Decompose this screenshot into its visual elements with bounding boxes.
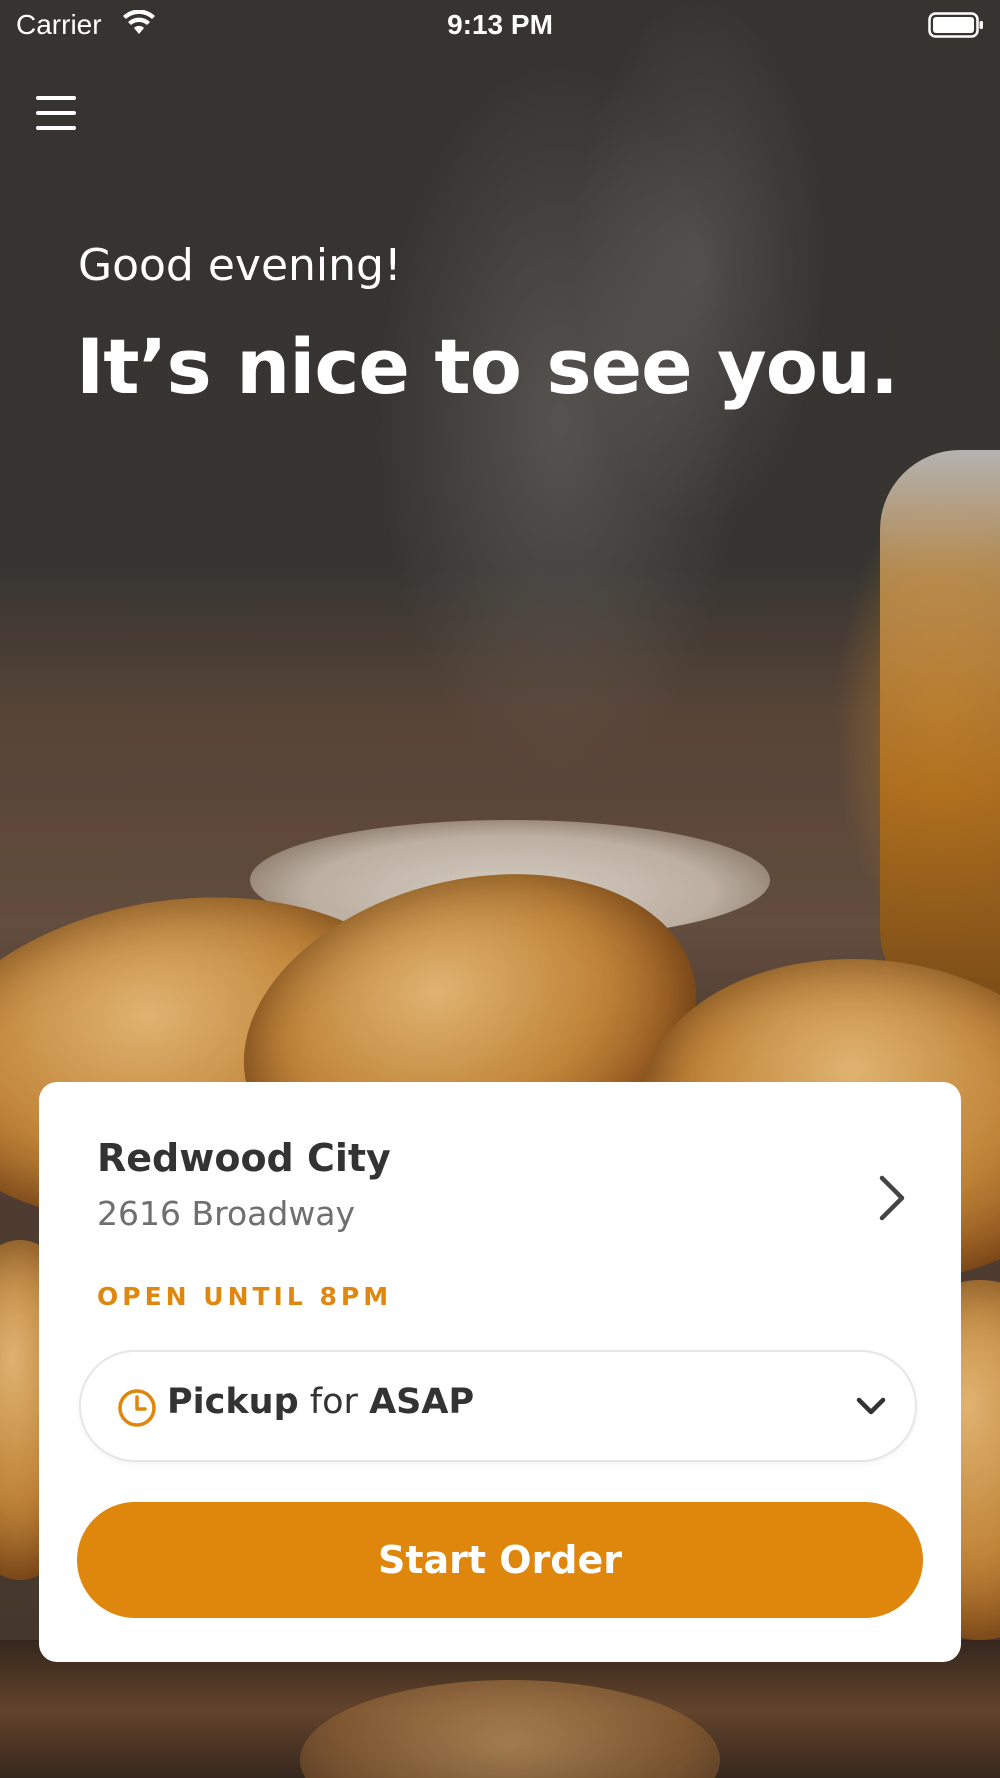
menu-button[interactable] <box>36 94 80 134</box>
location-card: Redwood City 2616 Broadway OPEN UNTIL 8P… <box>39 1082 961 1662</box>
chevron-down-icon <box>856 1397 886 1415</box>
location-name: Redwood City <box>97 1136 391 1180</box>
start-order-button[interactable]: Start Order <box>77 1502 923 1618</box>
order-time-label: ASAP <box>369 1382 475 1422</box>
headline-text: It’s nice to see you. <box>76 322 899 411</box>
app-screen: Carrier 9:13 PM Good evening! It’s nice … <box>0 0 1000 1778</box>
hamburger-menu-icon-bar <box>36 126 76 130</box>
order-mode-connector: for <box>309 1382 358 1422</box>
greeting-text: Good evening! <box>78 240 402 291</box>
status-time: 9:13 PM <box>447 9 553 40</box>
location-address: 2616 Broadway <box>97 1194 356 1233</box>
clock-icon <box>118 1389 156 1427</box>
status-bar: Carrier 9:13 PM <box>0 0 1000 50</box>
location-selector[interactable]: Redwood City 2616 Broadway <box>39 1082 961 1252</box>
hamburger-menu-icon <box>36 96 76 100</box>
hamburger-menu-icon-bar <box>36 111 76 115</box>
order-mode-dropdown[interactable]: Pickup for ASAP <box>79 1350 917 1462</box>
order-mode-text: Pickup for ASAP <box>167 1382 474 1422</box>
chevron-right-icon <box>879 1175 905 1221</box>
hours-status: OPEN UNTIL 8PM <box>97 1282 393 1311</box>
battery-icon <box>928 12 983 38</box>
order-mode-label: Pickup <box>167 1382 299 1422</box>
